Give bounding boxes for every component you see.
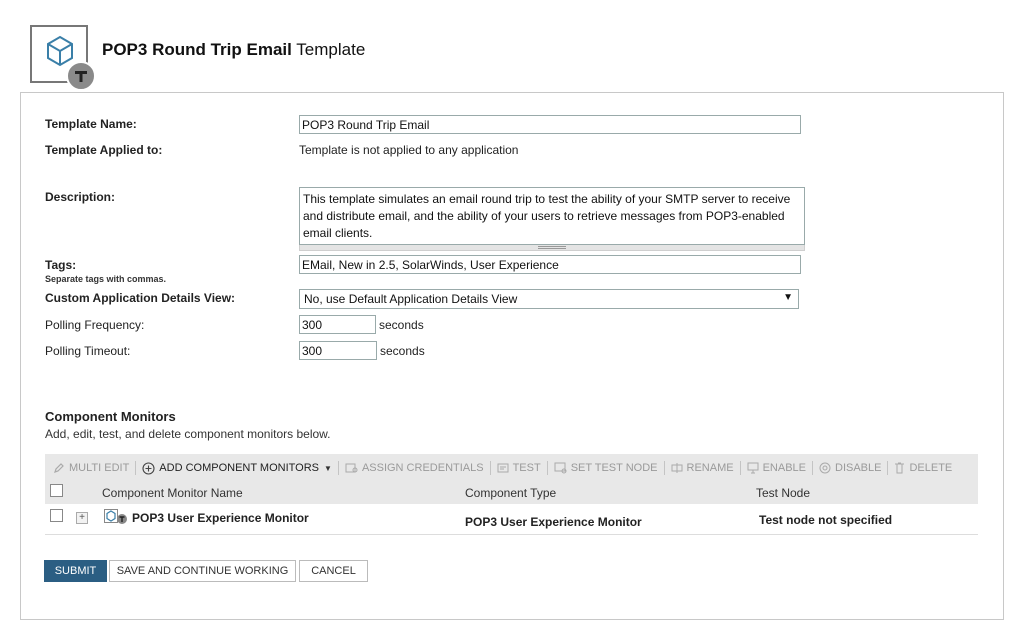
- disable-button[interactable]: Disable: [819, 462, 881, 474]
- toolbar-divider: [812, 461, 813, 475]
- textarea-resize-handle[interactable]: [299, 245, 805, 251]
- multi-edit-label: Multi Edit: [69, 462, 130, 474]
- assign-credentials-label: Assign Credentials: [361, 462, 484, 474]
- polling-timeout-label: Polling Timeout:: [45, 344, 131, 358]
- column-header-name: Component Monitor Name: [102, 486, 243, 500]
- column-header-type: Component Type: [465, 486, 557, 500]
- component-type: POP3 User Experience Monitor: [465, 515, 642, 529]
- pencil-icon: [53, 462, 65, 474]
- cancel-button[interactable]: Cancel: [299, 560, 368, 582]
- component-monitors-title: Component Monitors: [45, 409, 176, 424]
- enable-button[interactable]: Enable: [747, 462, 806, 474]
- polling-frequency-label: Polling Frequency:: [45, 318, 145, 332]
- rename-label: Rename: [686, 462, 734, 474]
- set-test-node-label: Set Test Node: [570, 462, 658, 474]
- rename-icon: [671, 462, 683, 474]
- row-checkbox[interactable]: [50, 509, 63, 522]
- disable-label: Disable: [835, 462, 882, 474]
- enable-label: Enable: [762, 462, 806, 474]
- polling-frequency-input[interactable]: 300: [299, 315, 376, 334]
- template-badge-icon: [66, 61, 96, 91]
- dropdown-arrow-icon: ▼: [783, 292, 793, 303]
- select-all-checkbox[interactable]: [50, 484, 63, 497]
- test-node-value: Test node not specified: [759, 513, 893, 527]
- description-label: Description:: [45, 190, 116, 204]
- toolbar-divider: [739, 461, 741, 475]
- toolbar-divider: [337, 461, 339, 475]
- custom-view-label: Custom Application Details View:: [45, 291, 236, 305]
- save-continue-button[interactable]: Save and Continue Working: [109, 560, 296, 582]
- submit-button[interactable]: Submit: [44, 560, 107, 582]
- component-monitors-description: Add, edit, test, and delete component mo…: [45, 427, 331, 441]
- expand-icon[interactable]: +: [76, 512, 88, 524]
- toolbar-divider: [546, 461, 548, 475]
- page-title-suffix: Template: [296, 40, 366, 59]
- disable-icon: [819, 462, 831, 474]
- component-toolbar: Multi Edit Add Component Monitors ▼ Assi…: [45, 454, 978, 482]
- component-monitor-name[interactable]: POP3 User Experience Monitor: [132, 511, 309, 525]
- test-icon: [497, 462, 509, 474]
- page-title-name: POP3 Round Trip Email: [102, 40, 292, 59]
- plus-circle-icon: [142, 461, 155, 475]
- set-test-node-button[interactable]: Set Test Node: [554, 462, 658, 474]
- test-button[interactable]: Test: [497, 462, 541, 474]
- component-table-header: Component Monitor Name Component Type Te…: [45, 482, 978, 504]
- custom-view-selected: No, use Default Application Details View: [304, 292, 518, 306]
- template-name-label: Template Name:: [45, 117, 137, 131]
- template-icon: [30, 25, 96, 91]
- toolbar-divider: [887, 461, 889, 475]
- description-textarea[interactable]: This template simulates an email round t…: [299, 187, 805, 245]
- assign-credentials-button[interactable]: Assign Credentials: [345, 462, 484, 474]
- trash-icon: [894, 462, 905, 474]
- template-form-panel: Template Name: POP3 Round Trip Email Tem…: [20, 92, 1004, 620]
- tags-input[interactable]: EMail, New in 2.5, SolarWinds, User Expe…: [299, 255, 801, 274]
- template-applied-label: Template Applied to:: [45, 143, 163, 157]
- table-row[interactable]: + POP3 User Experience Monitor POP3 User…: [45, 504, 978, 535]
- delete-button[interactable]: Delete: [894, 462, 952, 474]
- credentials-icon: [345, 462, 358, 474]
- node-icon: [554, 462, 567, 474]
- toolbar-divider: [663, 461, 665, 475]
- chevron-down-icon: ▼: [324, 463, 332, 473]
- polling-timeout-unit: seconds: [380, 344, 425, 358]
- tags-hint: Separate tags with commas.: [45, 274, 167, 284]
- monitor-icon: [747, 462, 759, 474]
- test-label: Test: [512, 462, 541, 474]
- column-header-node: Test Node: [756, 486, 811, 500]
- cube-icon: [47, 35, 73, 67]
- template-name-input[interactable]: POP3 Round Trip Email: [299, 115, 801, 134]
- add-component-monitors-button[interactable]: Add Component Monitors ▼: [142, 461, 332, 475]
- toolbar-divider: [489, 461, 491, 475]
- polling-timeout-input[interactable]: 300: [299, 341, 377, 360]
- add-component-monitors-label: Add Component Monitors: [159, 462, 320, 474]
- tags-label: Tags:: [45, 258, 77, 272]
- delete-label: Delete: [909, 462, 953, 474]
- page-header: POP3 Round Trip Email Template: [30, 24, 365, 91]
- page-title: POP3 Round Trip Email Template: [102, 40, 365, 60]
- template-applied-value: Template is not applied to any applicati…: [299, 143, 519, 157]
- component-monitor-icon: [104, 509, 128, 528]
- rename-button[interactable]: Rename: [671, 462, 734, 474]
- toolbar-divider: [135, 461, 137, 475]
- multi-edit-button[interactable]: Multi Edit: [53, 462, 129, 474]
- custom-view-select[interactable]: No, use Default Application Details View…: [299, 289, 799, 309]
- polling-frequency-unit: seconds: [379, 318, 424, 332]
